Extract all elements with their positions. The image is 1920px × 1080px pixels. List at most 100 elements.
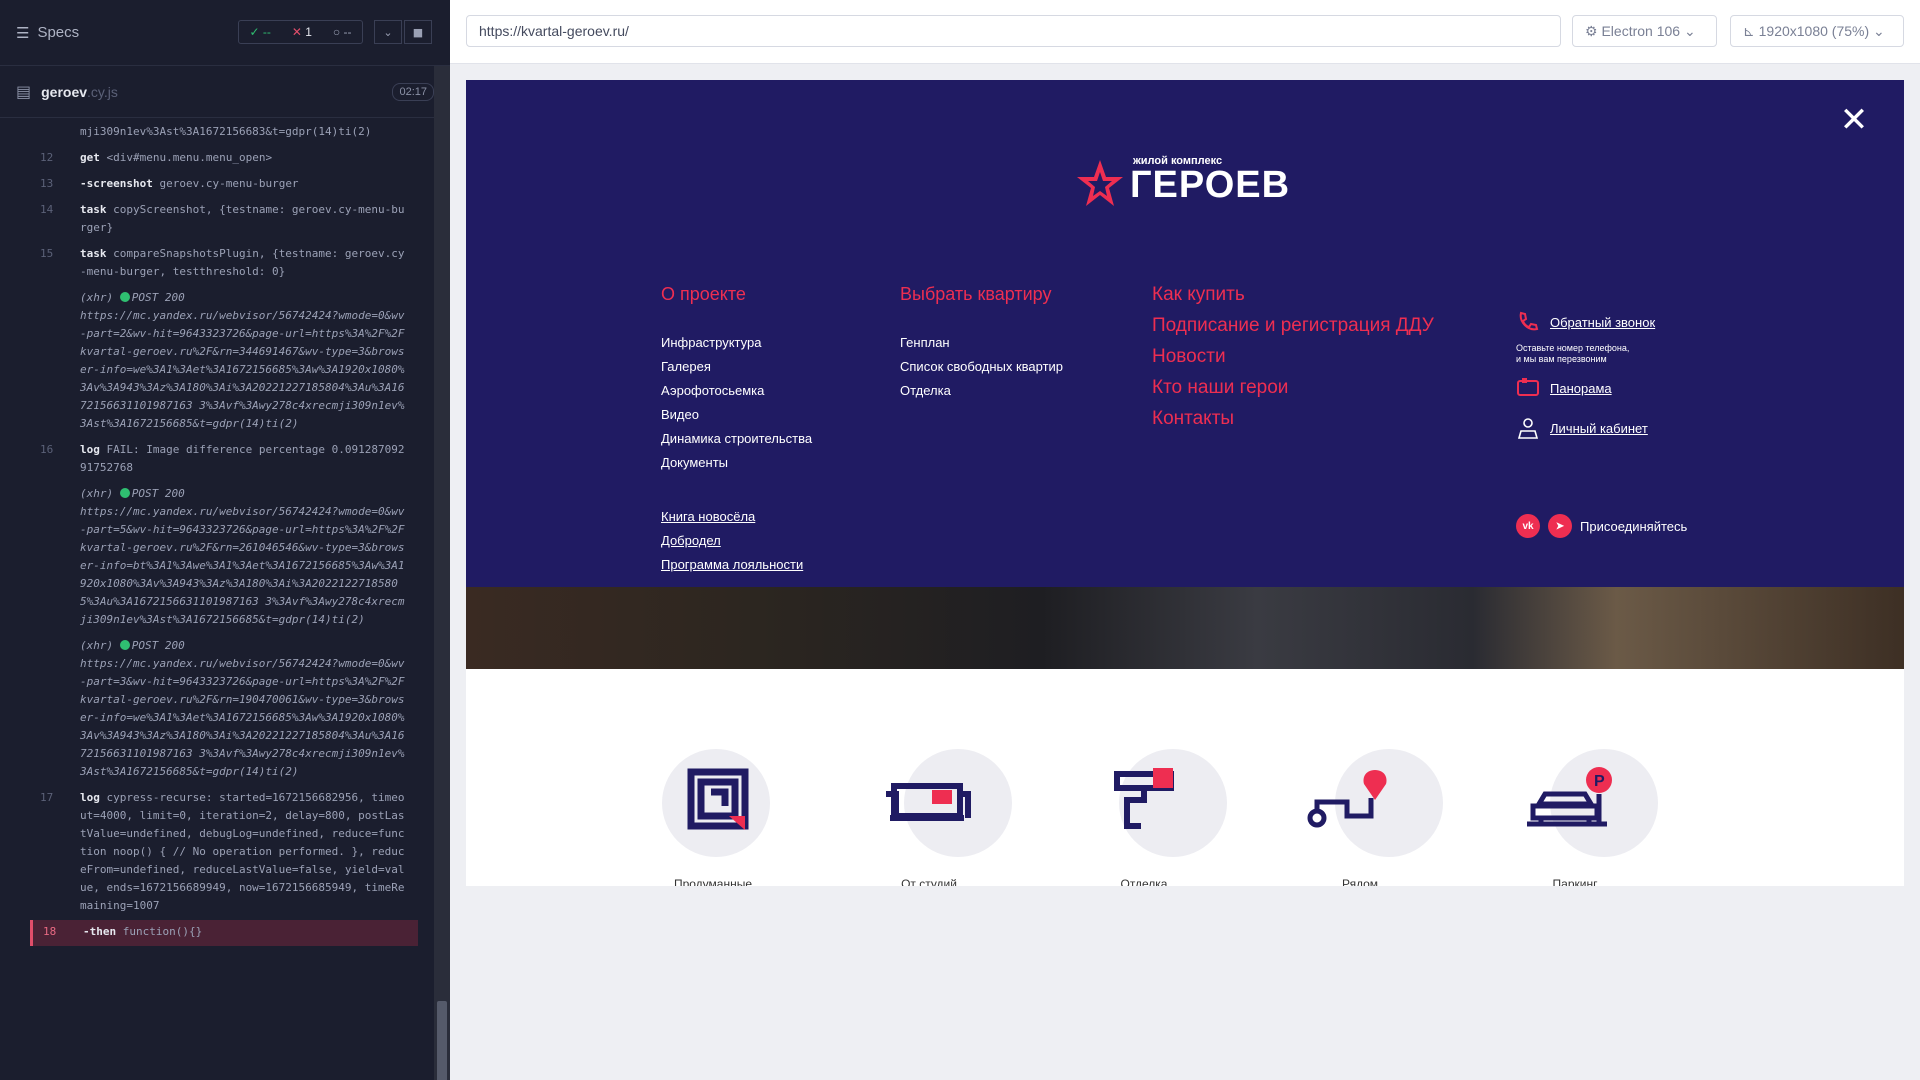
menu-icon: ☰ [16, 24, 30, 42]
car-parking-icon: P [1527, 767, 1612, 827]
chevron-down-icon[interactable]: ⌄ [374, 20, 402, 44]
command-row[interactable]: mji309n1ev%3Ast%3A1672156683&t=gdpr(14)t… [30, 120, 418, 146]
command-row[interactable]: 17 log cypress-recurse: started=167215668… [30, 786, 418, 920]
command-message: mji309n1ev%3Ast%3A1672156683&t=gdpr(14)t… [80, 125, 372, 138]
command-row[interactable]: (xhr) POST 200 https://mc.yandex.ru/webvi… [30, 634, 418, 786]
menu-link[interactable]: Как купить [1152, 284, 1434, 306]
telegram-icon[interactable]: ➤ [1548, 514, 1572, 538]
viewport-icon: ⊾ [1743, 23, 1755, 39]
social-links: vk ➤ Присоединяйтесь [1516, 514, 1687, 538]
command-row[interactable]: 12 get <div#menu.menu.menu_open> [30, 146, 418, 172]
command-name: get [80, 151, 100, 164]
passed-count: -- [262, 25, 271, 39]
command-number: 14 [40, 203, 54, 216]
menu-link[interactable]: Генплан [900, 335, 1063, 350]
apartment-heading[interactable]: Выбрать квартиру [900, 284, 1063, 305]
menu-link[interactable]: Кто наши герои [1152, 377, 1434, 399]
hero-photo [466, 585, 1904, 669]
menu-link[interactable]: Программа лояльности [661, 557, 812, 572]
command-number: 18 [43, 925, 57, 938]
route-pin-icon [1307, 770, 1387, 828]
menu-link[interactable]: Контакты [1152, 408, 1434, 430]
menu-column-main-links: Как купить Подписание и регистрация ДДУ Но… [1152, 284, 1434, 439]
command-name: log [80, 791, 100, 804]
specs-header: ☰ Specs ✓ -- ✕ 1 ○ -- ⌄ ■ [0, 0, 450, 66]
callback-note: Оставьте номер телефона, и мы вам перезв… [1516, 343, 1630, 364]
command-name: -screenshot [80, 177, 153, 190]
menu-link[interactable]: Отделка [900, 383, 1063, 398]
menu-link[interactable]: Динамика строительства [661, 431, 812, 446]
command-row[interactable]: 16 log FAIL: Image difference percentage … [30, 438, 418, 482]
pending-count: -- [343, 25, 352, 39]
command-name: (xhr) [80, 291, 114, 304]
address-bar: https://kvartal-geroev.ru/ ⚙ Electron 10… [450, 0, 1920, 64]
menu-link[interactable]: Галерея [661, 359, 812, 374]
browser-selector[interactable]: ⚙ Electron 106 ⌄ [1572, 15, 1717, 47]
request-status: POST 200 [131, 639, 185, 652]
vk-icon[interactable]: vk [1516, 514, 1540, 538]
panorama-icon [1517, 378, 1539, 396]
command-row[interactable]: 14 task copyScreenshot, {testname: geroev… [30, 198, 418, 242]
menu-link[interactable]: Аэрофотосьемка [661, 383, 812, 398]
specs-toggle[interactable]: ☰ Specs [16, 24, 79, 42]
failed-count: 1 [305, 25, 312, 39]
site-logo[interactable]: жилой комплекс ГЕРОЕВ [1076, 148, 1296, 208]
specs-label: Specs [37, 24, 80, 41]
scrollbar[interactable] [434, 66, 450, 1080]
phone-icon [1519, 311, 1539, 331]
menu-link[interactable]: Инфраструктура [661, 335, 812, 350]
feature-caption: Продуманные [673, 877, 753, 886]
menu-link[interactable]: Список свободных квартир [900, 359, 1063, 374]
command-number: 12 [40, 151, 54, 164]
browser-label: Electron 106 [1601, 23, 1681, 39]
status-dot-icon [119, 292, 130, 302]
file-icon: ▤ [16, 82, 32, 101]
command-message: function(){} [122, 925, 203, 938]
viewport-info[interactable]: ⊾ 1920x1080 (75%) ⌄ [1730, 15, 1904, 47]
browser-icon: ⚙ [1585, 23, 1598, 39]
menu-column-apartment: Выбрать квартиру Генплан Список свободных… [900, 284, 1063, 407]
feature-caption: От студий [901, 877, 957, 886]
spec-file-name: geroev.cy.js [41, 83, 118, 100]
command-name: task [80, 247, 107, 260]
command-message: compareSnapshotsPlugin, {testname: geroe… [80, 247, 405, 278]
spec-file-bar[interactable]: ▤ geroev.cy.js 02:17 [0, 66, 450, 118]
command-message: https://mc.yandex.ru/webvisor/56742424?w… [80, 657, 405, 778]
star-icon [1077, 160, 1123, 206]
test-stats: ✓ -- ✕ 1 ○ -- [238, 20, 363, 44]
app-under-test: ✕ жилой комплекс ГЕРОЕВ О проекте Инфрас… [466, 80, 1904, 886]
panorama-link[interactable]: Панорама [1516, 377, 1612, 399]
command-row[interactable]: 15 task compareSnapshotsPlugin, {testname… [30, 242, 418, 286]
menu-link[interactable]: Видео [661, 407, 812, 422]
command-name: (xhr) [80, 639, 114, 652]
callback-link[interactable]: Обратный звонок [1516, 310, 1655, 334]
scrollbar-thumb[interactable] [437, 1001, 447, 1080]
command-message: cypress-recurse: started=1672156682956, … [80, 791, 405, 912]
menu-link[interactable]: Книга новосёла [661, 509, 812, 524]
project-heading[interactable]: О проекте [661, 284, 812, 305]
command-row[interactable]: (xhr) POST 200 https://mc.yandex.ru/webvi… [30, 286, 418, 438]
site-menu: ✕ жилой комплекс ГЕРОЕВ О проекте Инфрас… [466, 80, 1904, 587]
command-message: FAIL: Image difference percentage 0.0912… [80, 443, 405, 474]
menu-column-project: О проекте Инфраструктура Галерея Аэрофотос… [661, 284, 812, 581]
command-row[interactable]: 13 -screenshot geroev.cy-menu-burger [30, 172, 418, 198]
url-field[interactable]: https://kvartal-geroev.ru/ [466, 15, 1561, 47]
command-row[interactable]: (xhr) POST 200 https://mc.yandex.ru/webvi… [30, 482, 418, 634]
command-row[interactable]: 18 -then function(){} [30, 920, 418, 946]
close-icon[interactable]: ✕ [1839, 103, 1869, 137]
request-status: POST 200 [131, 487, 185, 500]
command-name: task [80, 203, 107, 216]
paint-roller-icon [1114, 768, 1174, 829]
stop-icon[interactable]: ■ [404, 20, 432, 44]
menu-link[interactable]: Подписание и регистрация ДДУ [1152, 315, 1434, 337]
command-message: https://mc.yandex.ru/webvisor/56742424?w… [80, 505, 405, 626]
user-icon [1517, 418, 1539, 439]
sofa-icon [886, 783, 971, 821]
logo-title: ГЕРОЕВ [1130, 164, 1291, 206]
menu-link[interactable]: Документы [661, 455, 812, 470]
menu-link[interactable]: Добродел [661, 533, 812, 548]
menu-link[interactable]: Новости [1152, 346, 1434, 368]
check-icon: ✓ [249, 25, 260, 39]
cabinet-link[interactable]: Личный кабинет [1516, 416, 1648, 440]
app-preview-panel: https://kvartal-geroev.ru/ ⚙ Electron 10… [450, 0, 1920, 1080]
